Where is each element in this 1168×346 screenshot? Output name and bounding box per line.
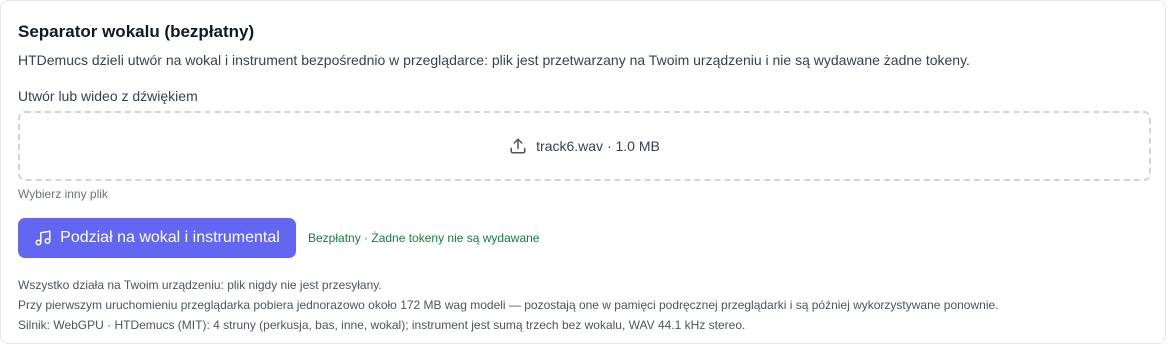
info-notes: Wszystko działa na Twoim urządzeniu: pli… [18, 275, 999, 335]
choose-other-file-link[interactable]: Wybierz inny plik [18, 187, 108, 201]
note-line: Wszystko działa na Twoim urządzeniu: pli… [18, 278, 382, 292]
note-line: Przy pierwszym uruchomieniu przeglądarka… [18, 298, 999, 312]
upload-icon [509, 137, 527, 155]
music-note-icon [34, 229, 52, 247]
split-vocals-button-label: Podział na wokal i instrumental [60, 229, 280, 246]
file-field-label: Utwór lub wideo z dźwiękiem [18, 88, 198, 104]
card-title: Separator wokalu (bezpłatny) [18, 22, 255, 41]
file-dropzone[interactable]: track6.wav · 1.0 MB [18, 111, 1151, 181]
card-description: HTDemucs dzieli utwór na wokal i instrum… [18, 52, 970, 68]
split-vocals-button[interactable]: Podział na wokal i instrumental [18, 218, 296, 258]
selected-file-info: track6.wav · 1.0 MB [536, 138, 660, 154]
vocal-separator-card: Separator wokalu (bezpłatny) HTDemucs dz… [0, 0, 1166, 344]
free-status-text: Bezpłatny · Żadne tokeny nie są wydawane [308, 231, 540, 245]
note-line: Silnik: WebGPU · HTDemucs (MIT): 4 strun… [18, 318, 746, 332]
